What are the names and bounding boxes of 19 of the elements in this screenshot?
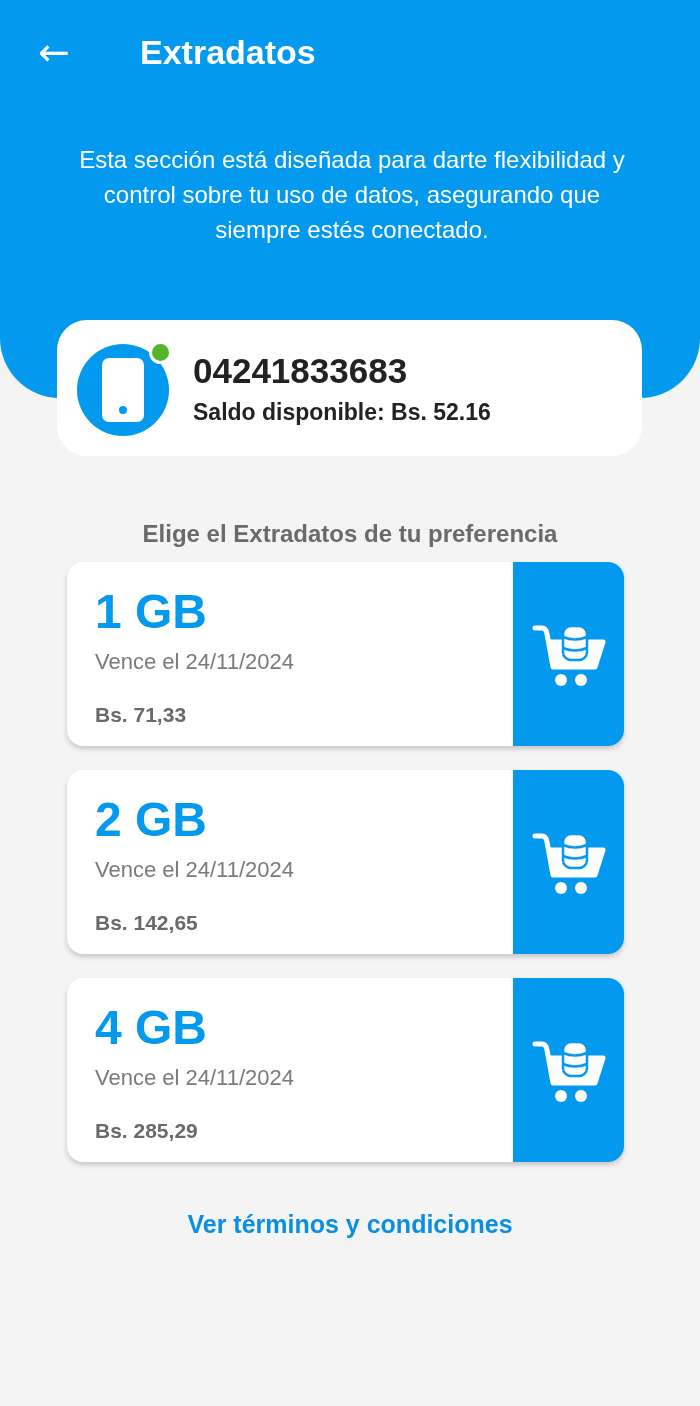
- back-button[interactable]: ←: [34, 33, 74, 71]
- buy-button[interactable]: [513, 978, 624, 1162]
- section-description: Esta sección está diseñada para darte flexibilidad y control sobre tu uso de datos, asegurando que siempre estés conectado.: [78, 145, 626, 245]
- balance-text: Saldo disponible: Bs. 52.16: [193, 398, 491, 426]
- plan-size: 4 GB: [95, 1000, 208, 1055]
- plan-expiry: Vence el 24/11/2024: [95, 1065, 294, 1091]
- plan-size: 1 GB: [95, 584, 208, 639]
- plan-price: Bs. 71,33: [95, 703, 187, 727]
- terms-link[interactable]: Ver términos y condiciones: [187, 1210, 513, 1239]
- page-title: Extradatos: [140, 32, 316, 72]
- plan-size: 2 GB: [95, 792, 208, 847]
- plan-expiry: Vence el 24/11/2024: [95, 857, 294, 883]
- phone-number: 04241833683: [193, 350, 409, 391]
- plan-expiry: Vence el 24/11/2024: [95, 649, 294, 675]
- buy-button[interactable]: [513, 562, 624, 746]
- plan-price: Bs. 285,29: [95, 1119, 198, 1143]
- buy-button[interactable]: [513, 770, 624, 954]
- plans-heading: Elige el Extradatos de tu preferencia: [141, 520, 559, 548]
- plan-price: Bs. 142,65: [95, 911, 198, 935]
